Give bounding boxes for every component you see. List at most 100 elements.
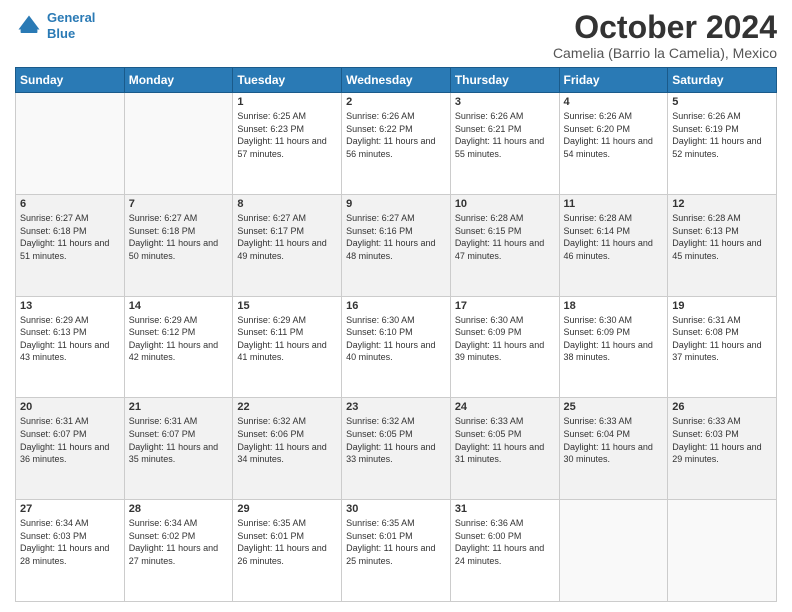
calendar-cell: 20Sunrise: 6:31 AMSunset: 6:07 PMDayligh…: [16, 398, 125, 500]
calendar-cell: 30 Sunrise: 6:35 AMSunset: 6:01 PMDayligh…: [342, 500, 451, 602]
day-info: Sunrise: 6:29 AMSunset: 6:13 PMDaylight:…: [20, 314, 120, 364]
calendar-week-row: 13 Sunrise: 6:29 AMSunset: 6:13 PMDayligh…: [16, 296, 777, 398]
day-info: Sunrise: 6:28 AMSunset: 6:14 PMDaylight:…: [564, 212, 664, 262]
calendar-cell: 10 Sunrise: 6:28 AMSunset: 6:15 PMDayligh…: [450, 194, 559, 296]
day-info: Sunrise: 6:25 AMSunset: 6:23 PMDaylight:…: [237, 110, 337, 160]
day-header-sunday: Sunday: [16, 68, 125, 93]
day-info: Sunrise: 6:27 AMSunset: 6:18 PMDaylight:…: [129, 212, 229, 262]
day-info: Sunrise: 6:33 AMSunset: 6:05 PMDaylight:…: [455, 415, 555, 465]
day-info: Sunrise: 6:36 AMSunset: 6:00 PMDaylight:…: [455, 517, 555, 567]
day-header-tuesday: Tuesday: [233, 68, 342, 93]
calendar-cell: 23 Sunrise: 6:32 AMSunset: 6:05 PMDayligh…: [342, 398, 451, 500]
day-info: Sunrise: 6:30 AMSunset: 6:09 PMDaylight:…: [564, 314, 664, 364]
day-info: Sunrise: 6:31 AMSunset: 6:08 PMDaylight:…: [672, 314, 772, 364]
calendar-cell: 9 Sunrise: 6:27 AMSunset: 6:16 PMDaylight…: [342, 194, 451, 296]
day-number: 11: [564, 198, 664, 210]
day-number: 28: [129, 503, 229, 515]
day-info: Sunrise: 6:27 AMSunset: 6:17 PMDaylight:…: [237, 212, 337, 262]
day-info: Sunrise: 6:26 AMSunset: 6:19 PMDaylight:…: [672, 110, 772, 160]
day-number: 12: [672, 198, 772, 210]
calendar-cell: 26 Sunrise: 6:33 AMSunset: 6:03 PMDayligh…: [668, 398, 777, 500]
calendar-cell: 18 Sunrise: 6:30 AMSunset: 6:09 PMDayligh…: [559, 296, 668, 398]
calendar-cell: 13 Sunrise: 6:29 AMSunset: 6:13 PMDayligh…: [16, 296, 125, 398]
day-header-friday: Friday: [559, 68, 668, 93]
calendar-cell: 4Sunrise: 6:26 AMSunset: 6:20 PMDaylight…: [559, 93, 668, 195]
day-info: Sunrise: 6:27 AMSunset: 6:16 PMDaylight:…: [346, 212, 446, 262]
day-number: 5: [672, 96, 772, 108]
day-number: 25: [564, 401, 664, 413]
calendar-cell: 6Sunrise: 6:27 AMSunset: 6:18 PMDaylight…: [16, 194, 125, 296]
day-number: 26: [672, 401, 772, 413]
day-number: 8: [237, 198, 337, 210]
day-number: 23: [346, 401, 446, 413]
day-info: Sunrise: 6:27 AMSunset: 6:18 PMDaylight:…: [20, 212, 120, 262]
day-number: 9: [346, 198, 446, 210]
calendar-cell: 1Sunrise: 6:25 AMSunset: 6:23 PMDaylight…: [233, 93, 342, 195]
day-number: 13: [20, 300, 120, 312]
calendar-week-row: 27 Sunrise: 6:34 AMSunset: 6:03 PMDayligh…: [16, 500, 777, 602]
day-number: 29: [237, 503, 337, 515]
day-number: 10: [455, 198, 555, 210]
day-number: 7: [129, 198, 229, 210]
day-header-monday: Monday: [124, 68, 233, 93]
day-number: 2: [346, 96, 446, 108]
day-number: 19: [672, 300, 772, 312]
day-info: Sunrise: 6:30 AMSunset: 6:10 PMDaylight:…: [346, 314, 446, 364]
title-block: October 2024 Camelia (Barrio la Camelia)…: [553, 10, 777, 61]
logo-text: General Blue: [47, 10, 95, 41]
calendar-cell: 31 Sunrise: 6:36 AMSunset: 6:00 PMDayligh…: [450, 500, 559, 602]
day-header-saturday: Saturday: [668, 68, 777, 93]
day-number: 21: [129, 401, 229, 413]
calendar-cell: 17Sunrise: 6:30 AMSunset: 6:09 PMDayligh…: [450, 296, 559, 398]
day-number: 20: [20, 401, 120, 413]
calendar-cell: 15 Sunrise: 6:29 AMSunset: 6:11 PMDayligh…: [233, 296, 342, 398]
day-info: Sunrise: 6:34 AMSunset: 6:03 PMDaylight:…: [20, 517, 120, 567]
day-number: 16: [346, 300, 446, 312]
day-info: Sunrise: 6:35 AMSunset: 6:01 PMDaylight:…: [346, 517, 446, 567]
day-info: Sunrise: 6:29 AMSunset: 6:12 PMDaylight:…: [129, 314, 229, 364]
calendar-cell: [668, 500, 777, 602]
day-info: Sunrise: 6:28 AMSunset: 6:15 PMDaylight:…: [455, 212, 555, 262]
calendar-header-row: SundayMondayTuesdayWednesdayThursdayFrid…: [16, 68, 777, 93]
calendar-cell: [124, 93, 233, 195]
day-info: Sunrise: 6:32 AMSunset: 6:05 PMDaylight:…: [346, 415, 446, 465]
calendar-week-row: 1Sunrise: 6:25 AMSunset: 6:23 PMDaylight…: [16, 93, 777, 195]
day-number: 14: [129, 300, 229, 312]
calendar-cell: 16 Sunrise: 6:30 AMSunset: 6:10 PMDayligh…: [342, 296, 451, 398]
day-info: Sunrise: 6:26 AMSunset: 6:21 PMDaylight:…: [455, 110, 555, 160]
day-number: 30: [346, 503, 446, 515]
calendar-cell: 14 Sunrise: 6:29 AMSunset: 6:12 PMDayligh…: [124, 296, 233, 398]
day-info: Sunrise: 6:35 AMSunset: 6:01 PMDaylight:…: [237, 517, 337, 567]
header: General Blue October 2024 Camelia (Barri…: [15, 10, 777, 61]
calendar-table: SundayMondayTuesdayWednesdayThursdayFrid…: [15, 67, 777, 602]
day-number: 18: [564, 300, 664, 312]
calendar-cell: 22 Sunrise: 6:32 AMSunset: 6:06 PMDayligh…: [233, 398, 342, 500]
calendar-cell: 3Sunrise: 6:26 AMSunset: 6:21 PMDaylight…: [450, 93, 559, 195]
logo-icon: [15, 12, 43, 40]
calendar-cell: [559, 500, 668, 602]
day-info: Sunrise: 6:33 AMSunset: 6:04 PMDaylight:…: [564, 415, 664, 465]
day-info: Sunrise: 6:32 AMSunset: 6:06 PMDaylight:…: [237, 415, 337, 465]
month-title: October 2024: [553, 10, 777, 45]
calendar-cell: 24Sunrise: 6:33 AMSunset: 6:05 PMDayligh…: [450, 398, 559, 500]
logo-line2: Blue: [47, 26, 75, 41]
calendar-cell: 5 Sunrise: 6:26 AMSunset: 6:19 PMDaylight…: [668, 93, 777, 195]
calendar-week-row: 20Sunrise: 6:31 AMSunset: 6:07 PMDayligh…: [16, 398, 777, 500]
calendar-cell: 7 Sunrise: 6:27 AMSunset: 6:18 PMDaylight…: [124, 194, 233, 296]
calendar-cell: 28Sunrise: 6:34 AMSunset: 6:02 PMDayligh…: [124, 500, 233, 602]
calendar-cell: 27 Sunrise: 6:34 AMSunset: 6:03 PMDayligh…: [16, 500, 125, 602]
day-number: 31: [455, 503, 555, 515]
day-number: 15: [237, 300, 337, 312]
day-number: 17: [455, 300, 555, 312]
day-number: 4: [564, 96, 664, 108]
page: General Blue October 2024 Camelia (Barri…: [0, 0, 792, 612]
logo-line1: General: [47, 10, 95, 25]
day-number: 22: [237, 401, 337, 413]
day-info: Sunrise: 6:29 AMSunset: 6:11 PMDaylight:…: [237, 314, 337, 364]
day-number: 27: [20, 503, 120, 515]
calendar-cell: 19 Sunrise: 6:31 AMSunset: 6:08 PMDayligh…: [668, 296, 777, 398]
calendar-week-row: 6Sunrise: 6:27 AMSunset: 6:18 PMDaylight…: [16, 194, 777, 296]
day-header-wednesday: Wednesday: [342, 68, 451, 93]
day-info: Sunrise: 6:33 AMSunset: 6:03 PMDaylight:…: [672, 415, 772, 465]
calendar-cell: 21Sunrise: 6:31 AMSunset: 6:07 PMDayligh…: [124, 398, 233, 500]
